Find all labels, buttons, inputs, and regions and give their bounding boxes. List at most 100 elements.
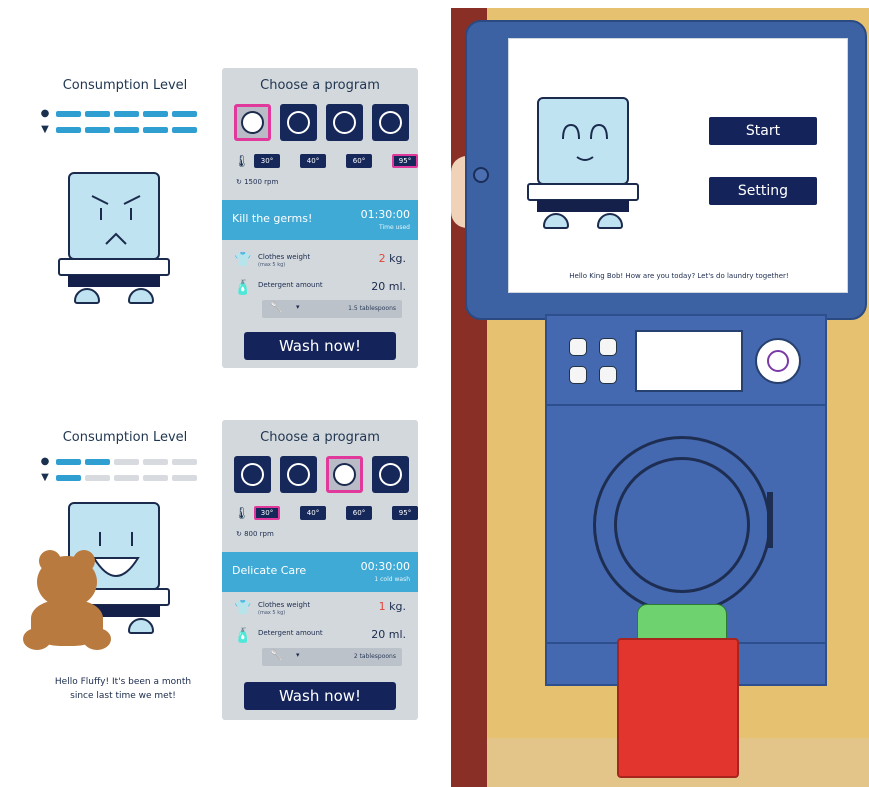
temp-40[interactable]: 40° [300, 506, 326, 520]
clothes-weight-sub: (max 5 kg) [258, 262, 286, 268]
wash-now-button[interactable]: Wash now! [244, 682, 396, 710]
meter-segment [172, 111, 197, 117]
meter-segment [114, 127, 139, 133]
temp-30[interactable]: 30° [254, 506, 280, 520]
program-icons [234, 104, 409, 141]
meter-segment [114, 111, 139, 117]
meter-segment [172, 475, 197, 481]
clothes-weight-value[interactable]: 1 kg. [379, 600, 406, 613]
clothes-weight-sub: (max 5 kg) [258, 610, 286, 616]
machine-door[interactable] [593, 436, 771, 614]
program-time: 01:30:00 [360, 208, 410, 221]
meter-segment [114, 475, 139, 481]
consumption-title: Consumption Level [62, 430, 188, 445]
meter-segment [172, 127, 197, 133]
setting-button[interactable]: Setting [709, 177, 817, 205]
bottle-icon: 🧴 [234, 628, 252, 644]
robot-pants [68, 275, 160, 287]
quick-timer-icon[interactable] [372, 104, 409, 141]
program-panel: Choose a program 🌡 30° 40° 60° 95° ↻ 800… [222, 420, 418, 720]
spin-speed: ↻ 800 rpm [236, 530, 274, 538]
meter-segment [172, 459, 197, 465]
program-button[interactable] [569, 338, 587, 356]
mini-display [635, 330, 743, 392]
wool-ball-icon[interactable] [326, 456, 363, 493]
germ-kill-icon[interactable] [234, 456, 271, 493]
spin-icon: ↻ [236, 530, 245, 538]
angry-face-icon [91, 195, 141, 245]
wash-now-button[interactable]: Wash now! [244, 332, 396, 360]
spoon-select[interactable]: 🥄 ▾ 1.5 tablespoons [262, 300, 402, 318]
spoon-select[interactable]: 🥄 ▾ 2 tablespoons [262, 648, 402, 666]
robot-shirt [58, 258, 170, 276]
start-button[interactable]: Start [709, 117, 817, 145]
spin-value: 800 rpm [244, 530, 274, 538]
door-latch [767, 492, 773, 548]
tablet-screen: Start Setting Hello King Bob! How are yo… [508, 38, 848, 293]
meter-segment [56, 459, 81, 465]
program-time-sub: Time used [378, 224, 410, 231]
robot-pants [537, 200, 629, 212]
robot-shirt [527, 183, 639, 201]
temp-60[interactable]: 60° [346, 154, 372, 168]
water-meter: ● [38, 108, 197, 120]
shirt-icon: 👕 [234, 600, 252, 616]
tablet-greeting: Hello King Bob! How are you today? Let's… [569, 272, 789, 280]
thermometer-icon: 🌡 [234, 154, 250, 168]
detergent-icon: ▼ [41, 124, 49, 135]
program-time: 00:30:00 [360, 560, 410, 573]
spin-speed: ↻ 1500 rpm [236, 178, 278, 186]
shirt-icon: 👕 [234, 252, 252, 268]
detergent-meter: ▼ [38, 472, 197, 484]
spoon-icon: 🥄 [270, 650, 283, 661]
program-button[interactable] [569, 366, 587, 384]
program-title: Choose a program [260, 78, 380, 93]
program-button[interactable] [599, 366, 617, 384]
mockup-angry: Consumption Level ● ▼ Choose a program 🌡… [18, 68, 420, 368]
temp-95[interactable]: 95° [392, 154, 418, 168]
meter-segment [85, 459, 110, 465]
robot-angry [58, 172, 190, 312]
spin-fan-icon[interactable] [280, 104, 317, 141]
detergent-label: Detergent amount [258, 629, 323, 637]
program-name: Delicate Care [232, 564, 307, 577]
clothes-weight-value[interactable]: 2 kg. [379, 252, 406, 265]
meter-segment [85, 127, 110, 133]
temperature-row: 🌡 30° 40° 60° 95° [234, 506, 432, 520]
meter-segment [143, 111, 168, 117]
detergent-icon: ▼ [41, 472, 49, 483]
spoon-value: 2 tablespoons [353, 653, 396, 660]
program-title: Choose a program [260, 430, 380, 445]
greeting-line: since last time we met! [70, 691, 176, 701]
wool-ball-icon[interactable] [326, 104, 363, 141]
quick-timer-icon[interactable] [372, 456, 409, 493]
detergent-row: 🧴 Detergent amount 20 ml. [234, 280, 410, 298]
temp-95[interactable]: 95° [392, 506, 418, 520]
home-button[interactable] [473, 167, 489, 183]
program-banner: Kill the germs! 01:30:00 Time used [222, 200, 418, 240]
teddy-bear [21, 550, 113, 650]
bottle-icon: 🧴 [234, 280, 252, 296]
spin-fan-icon[interactable] [280, 456, 317, 493]
germ-kill-icon[interactable] [234, 104, 271, 141]
temp-30[interactable]: 30° [254, 154, 280, 168]
clothes-weight-label: Clothes weight [258, 253, 311, 261]
power-dial[interactable] [755, 338, 801, 384]
chevron-down-icon: ▾ [296, 303, 300, 311]
spin-value: 1500 rpm [244, 178, 279, 186]
program-name: Kill the germs! [232, 212, 313, 225]
control-panel [547, 316, 825, 406]
laundry-basket [617, 638, 739, 778]
program-button[interactable] [599, 338, 617, 356]
meter-segment [143, 459, 168, 465]
meter-segment [143, 127, 168, 133]
temp-40[interactable]: 40° [300, 154, 326, 168]
program-time-sub: 1 cold wash [374, 576, 410, 583]
prototype-photo: Start Setting Hello King Bob! How are yo… [451, 8, 869, 787]
detergent-value: 20 ml. [371, 280, 406, 293]
robot-foot [543, 213, 569, 229]
greeting-line: Hello Fluffy! It's been a month [54, 677, 192, 687]
spoon-value: 1.5 tablespoons [348, 305, 396, 312]
temp-60[interactable]: 60° [346, 506, 372, 520]
mockup-happy: Consumption Level ● ▼ Hello Fluffy! It's… [18, 420, 420, 720]
